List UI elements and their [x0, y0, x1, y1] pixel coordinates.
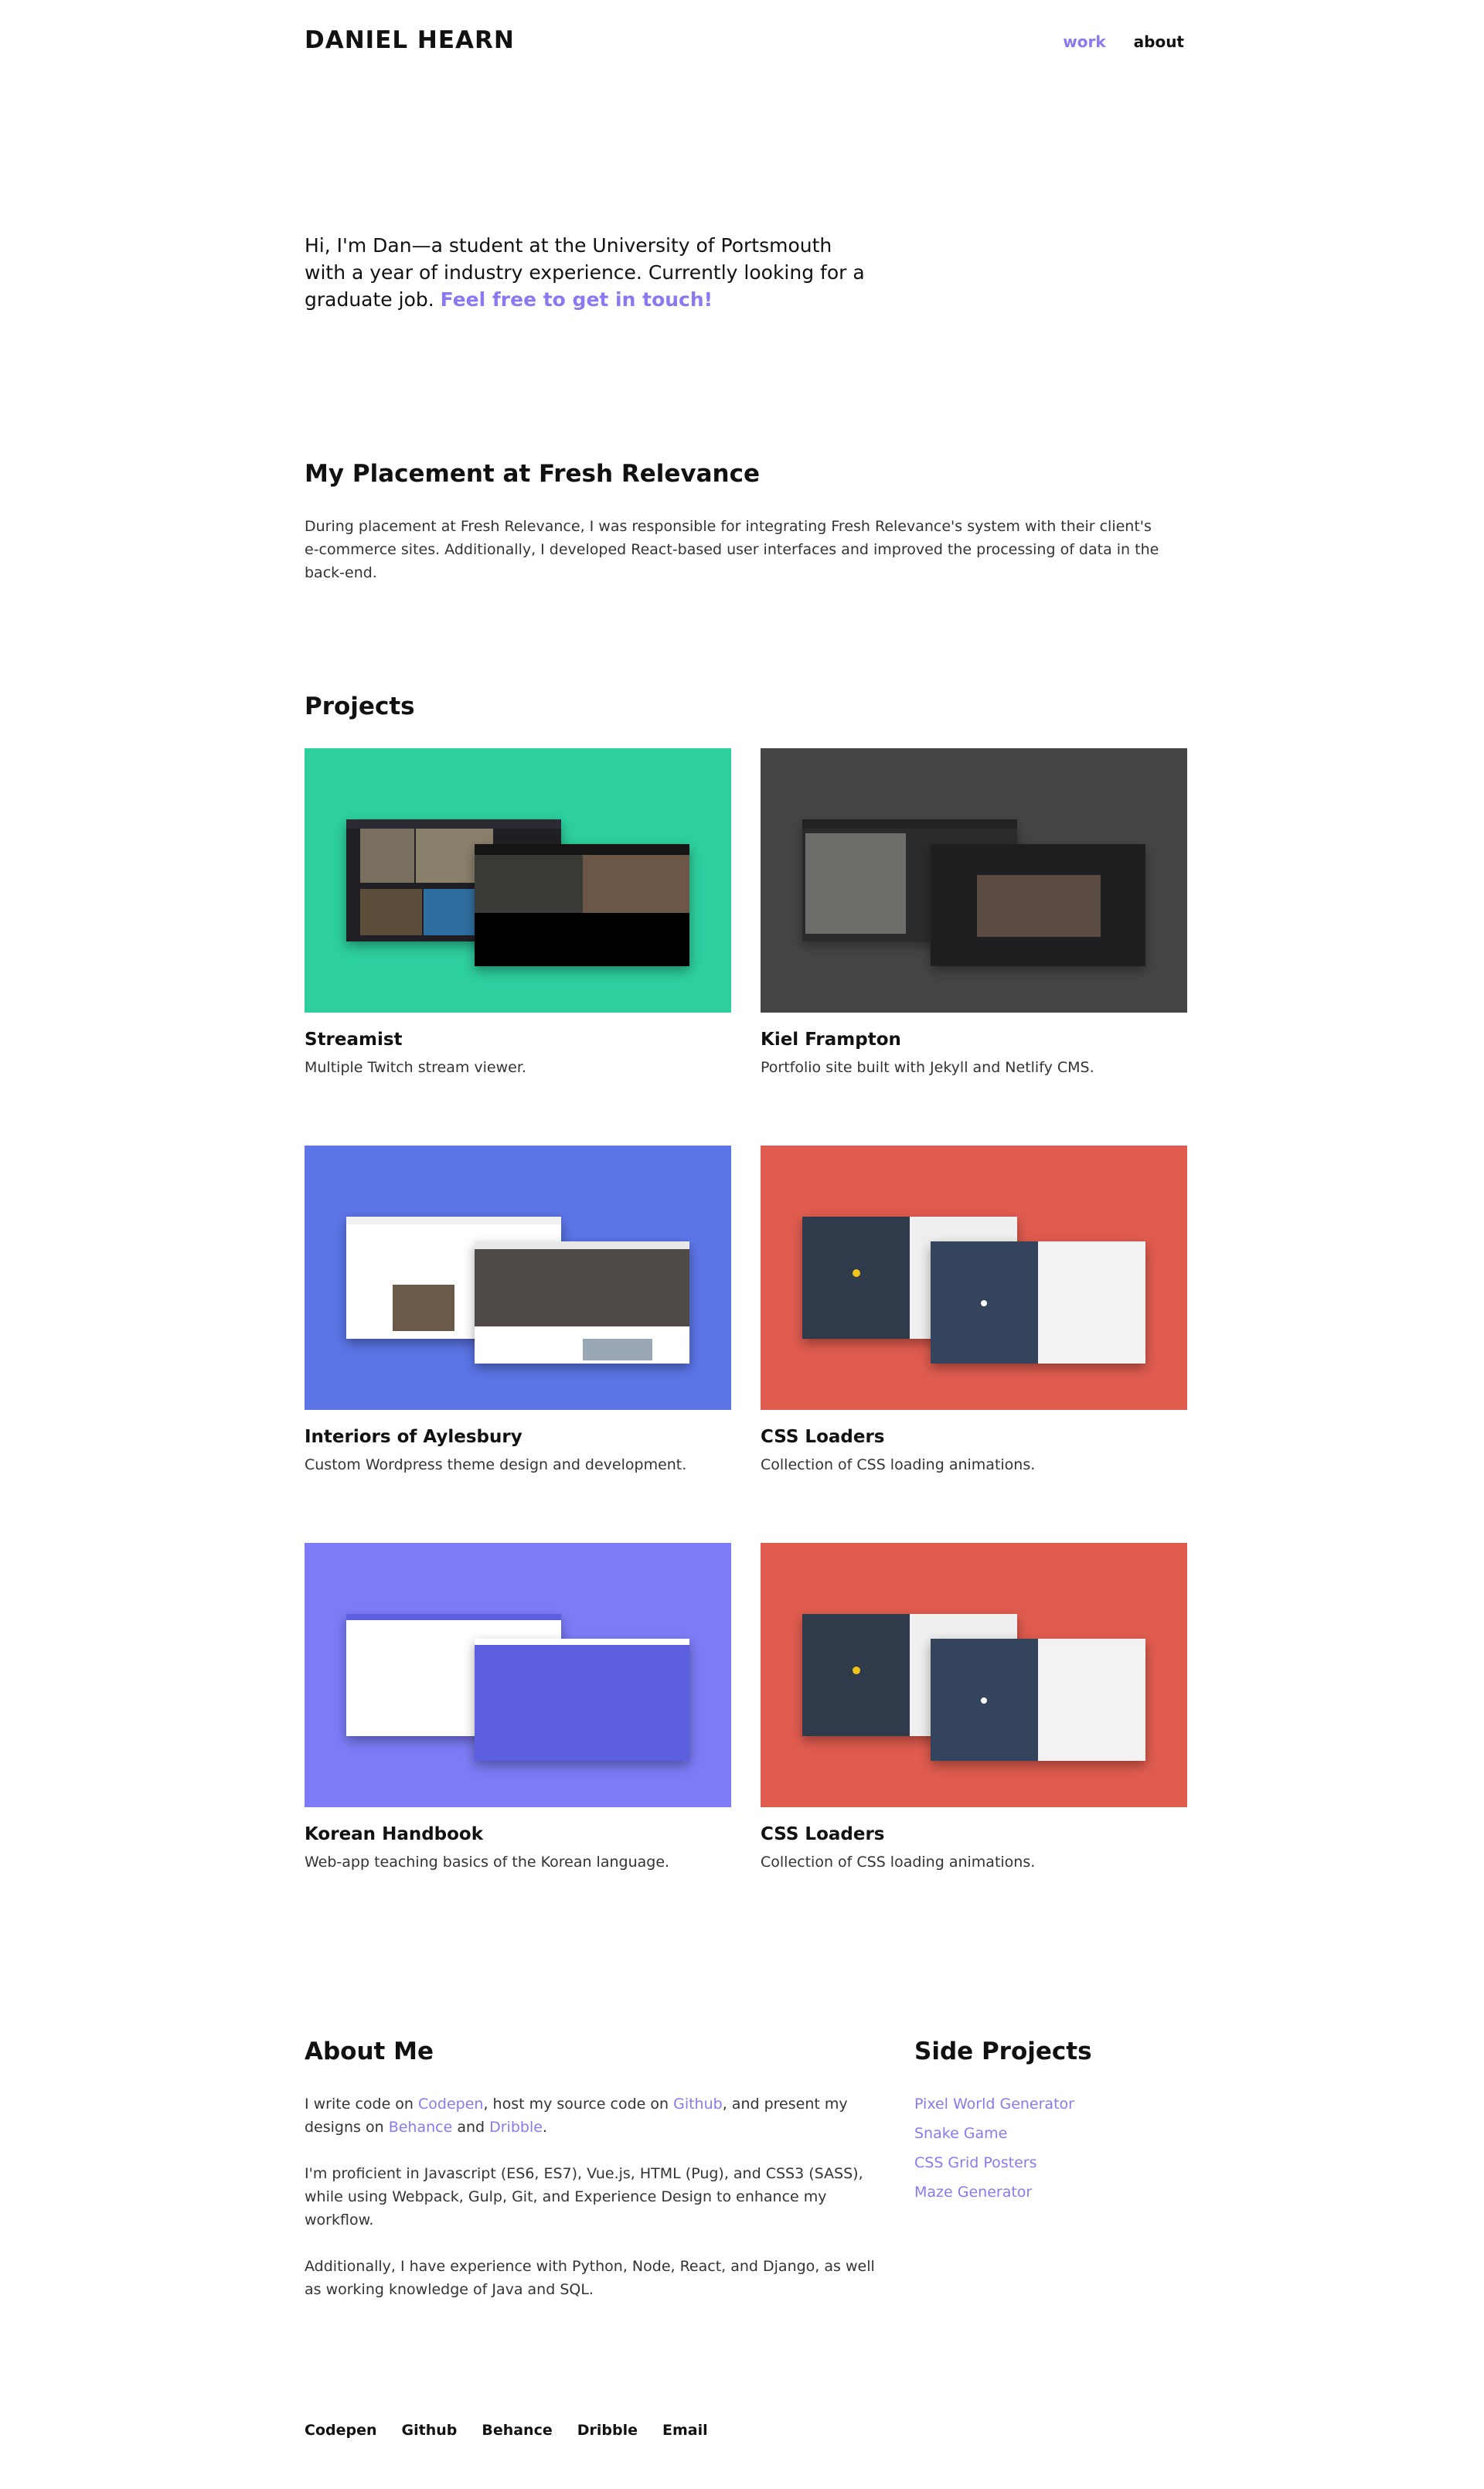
- side-project-link[interactable]: Snake Game: [914, 2122, 1074, 2145]
- project-thumbnail[interactable]: [761, 748, 1187, 1013]
- project-description: Collection of CSS loading animations.: [761, 1456, 1036, 1473]
- project-title[interactable]: Interiors of Aylesbury: [305, 1427, 731, 1447]
- github-link[interactable]: Github: [673, 2096, 723, 2113]
- project-description: Collection of CSS loading animations.: [761, 1854, 1036, 1871]
- side-projects-heading: Side Projects: [914, 2038, 1092, 2065]
- codepen-link[interactable]: Codepen: [418, 2096, 483, 2113]
- project-card[interactable]: CSS Loaders Collection of CSS loading an…: [761, 1543, 1187, 1940]
- intro-text: Hi, I'm Dan—a student at the University …: [305, 232, 876, 313]
- placement-heading: My Placement at Fresh Relevance: [305, 460, 761, 488]
- main-nav: work about: [1063, 32, 1184, 51]
- project-description: Web-app teaching basics of the Korean la…: [305, 1854, 670, 1871]
- project-description: Multiple Twitch stream viewer.: [305, 1059, 526, 1076]
- about-text-segment: .: [542, 2119, 547, 2136]
- project-description: Custom Wordpress theme design and develo…: [305, 1456, 687, 1473]
- placement-body: During placement at Fresh Relevance, I w…: [305, 518, 1159, 581]
- project-thumbnail[interactable]: [305, 748, 731, 1013]
- project-card[interactable]: Kiel Frampton Portfolio site built with …: [761, 748, 1187, 1146]
- footer-email-link[interactable]: Email: [662, 2422, 708, 2439]
- about-heading: About Me: [305, 2038, 434, 2065]
- side-project-link[interactable]: Maze Generator: [914, 2181, 1074, 2204]
- project-thumbnail[interactable]: [305, 1146, 731, 1410]
- about-text-segment: and: [452, 2119, 490, 2136]
- project-card[interactable]: Streamist Multiple Twitch stream viewer.: [305, 748, 731, 1146]
- dribble-link[interactable]: Dribble: [489, 2119, 543, 2136]
- side-project-link[interactable]: CSS Grid Posters: [914, 2151, 1074, 2174]
- project-title[interactable]: Kiel Frampton: [761, 1030, 1187, 1050]
- project-title[interactable]: CSS Loaders: [761, 1427, 1187, 1447]
- footer-dribble-link[interactable]: Dribble: [577, 2422, 638, 2439]
- nav-work-link[interactable]: work: [1063, 32, 1105, 51]
- footer-behance-link[interactable]: Behance: [482, 2422, 552, 2439]
- side-projects-list: Pixel World Generator Snake Game CSS Gri…: [914, 2092, 1074, 2204]
- project-thumbnail[interactable]: [761, 1543, 1187, 1807]
- contact-link[interactable]: Feel free to get in touch!: [441, 288, 713, 311]
- project-title[interactable]: Streamist: [305, 1030, 731, 1050]
- footer-codepen-link[interactable]: Codepen: [305, 2422, 377, 2439]
- project-title[interactable]: Korean Handbook: [305, 1824, 731, 1844]
- project-card[interactable]: Interiors of Aylesbury Custom Wordpress …: [305, 1146, 731, 1543]
- footer-links: Codepen Github Behance Dribble Email: [305, 2422, 708, 2439]
- about-paragraph-3: Additionally, I have experience with Pyt…: [305, 2258, 875, 2298]
- about-paragraph-1: I write code on Codepen, host my source …: [305, 2092, 880, 2139]
- behance-link[interactable]: Behance: [389, 2119, 453, 2136]
- project-thumbnail[interactable]: [761, 1146, 1187, 1410]
- side-project-link[interactable]: Pixel World Generator: [914, 2092, 1074, 2116]
- project-description: Portfolio site built with Jekyll and Net…: [761, 1059, 1094, 1076]
- project-title[interactable]: CSS Loaders: [761, 1824, 1187, 1844]
- project-thumbnail[interactable]: [305, 1543, 731, 1807]
- about-text-segment: I write code on: [305, 2096, 419, 2113]
- about-paragraph-2: I'm proficient in Javascript (ES6, ES7),…: [305, 2165, 863, 2229]
- projects-grid: Streamist Multiple Twitch stream viewer.…: [305, 748, 1187, 1940]
- project-card[interactable]: CSS Loaders Collection of CSS loading an…: [761, 1146, 1187, 1543]
- footer-github-link[interactable]: Github: [402, 2422, 458, 2439]
- about-text-segment: , host my source code on: [483, 2096, 674, 2113]
- site-logo[interactable]: DANIEL HEARN: [305, 26, 515, 54]
- project-card[interactable]: Korean Handbook Web-app teaching basics …: [305, 1543, 731, 1940]
- projects-heading: Projects: [305, 693, 415, 720]
- nav-about-link[interactable]: about: [1134, 32, 1184, 51]
